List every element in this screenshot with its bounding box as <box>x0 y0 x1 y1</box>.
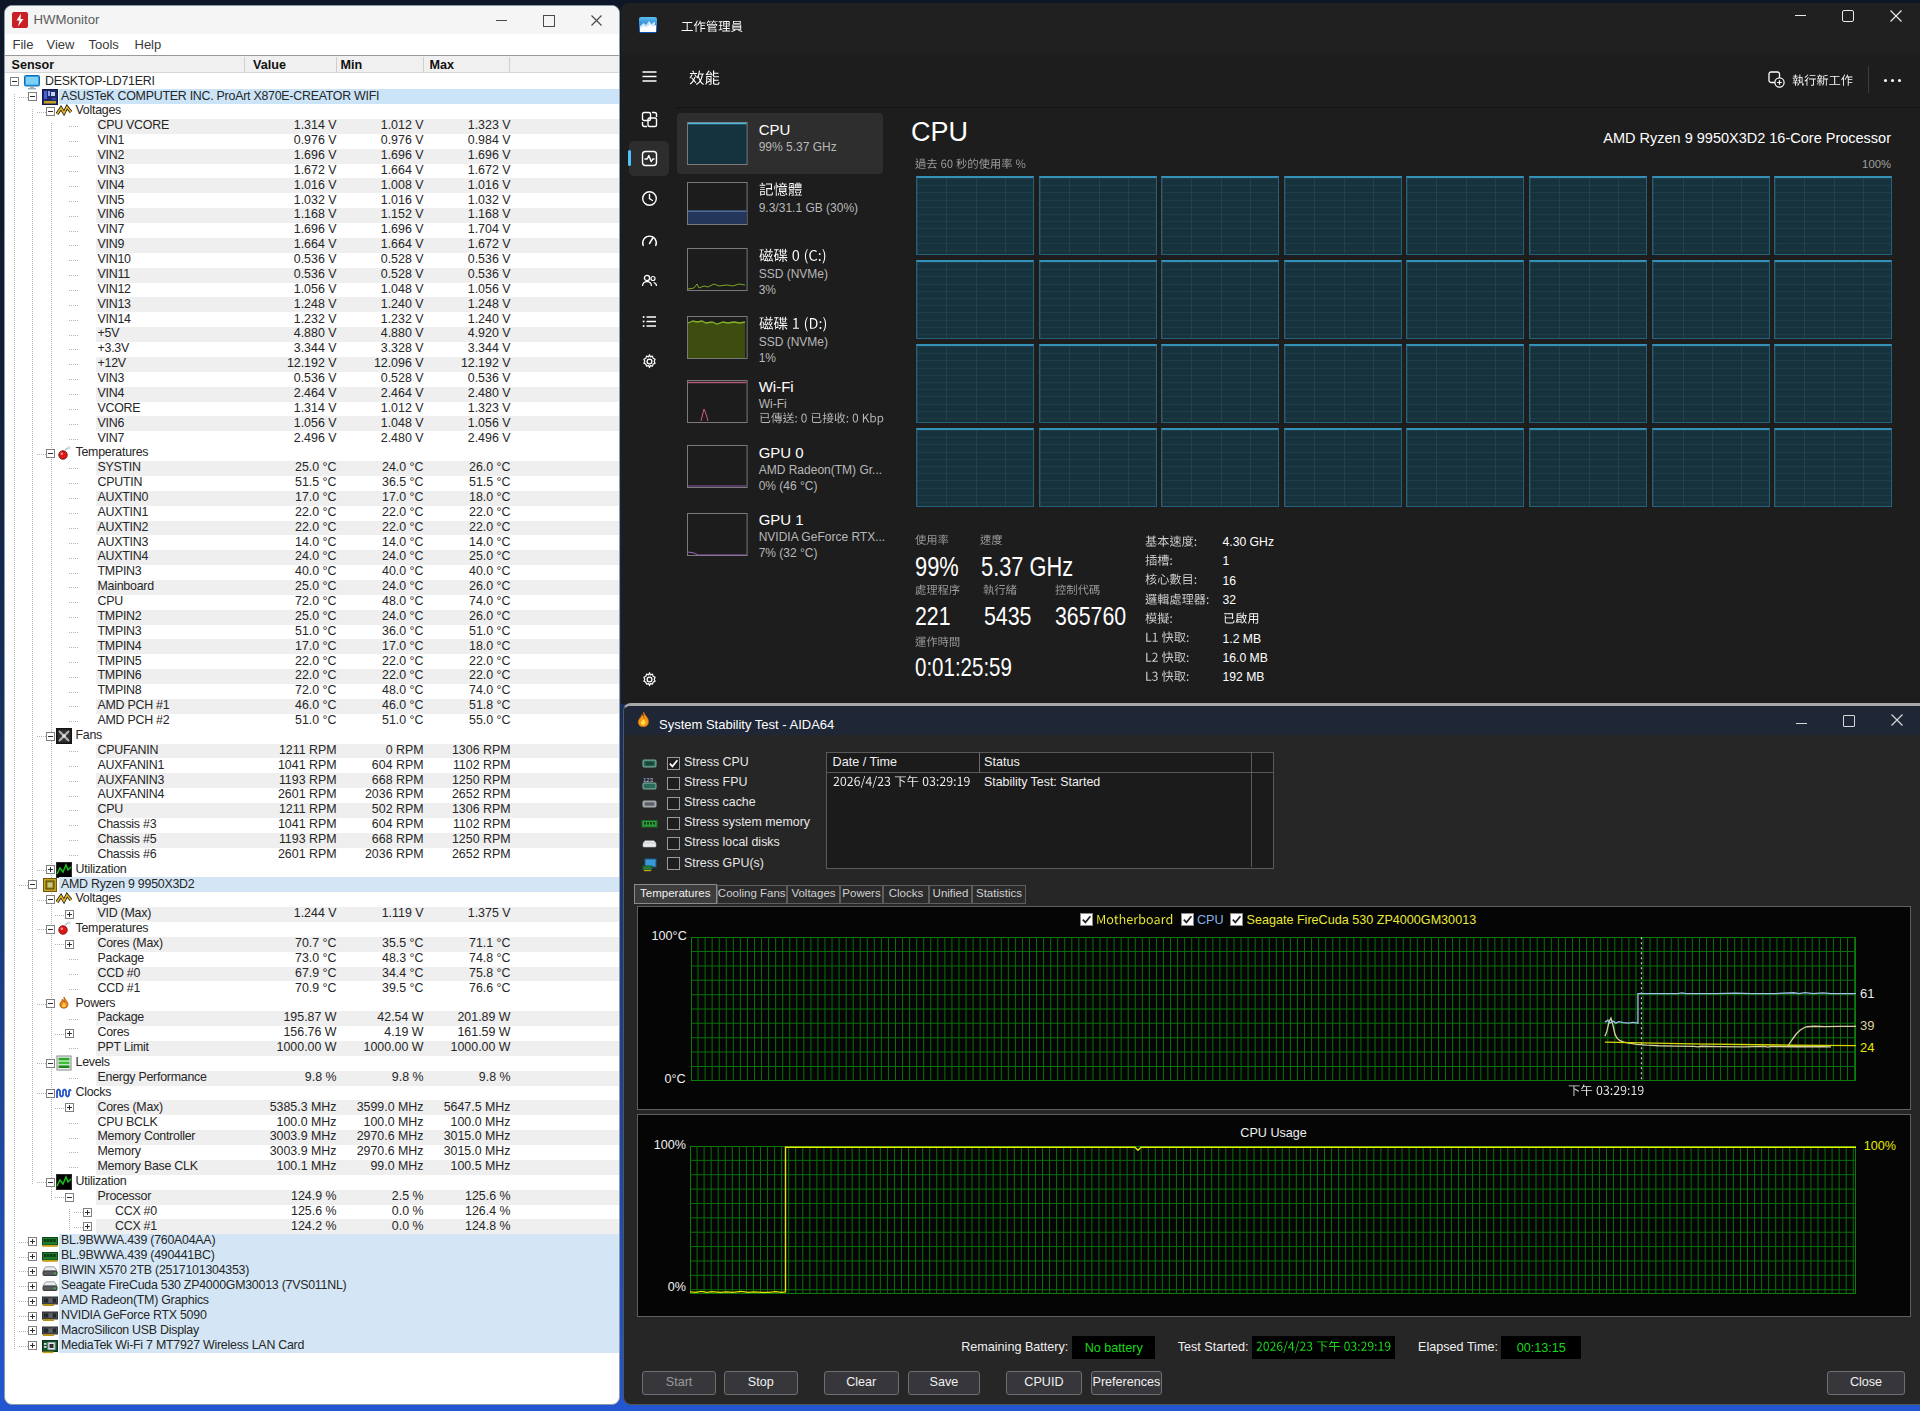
svg-text:123: 123 <box>643 777 654 783</box>
